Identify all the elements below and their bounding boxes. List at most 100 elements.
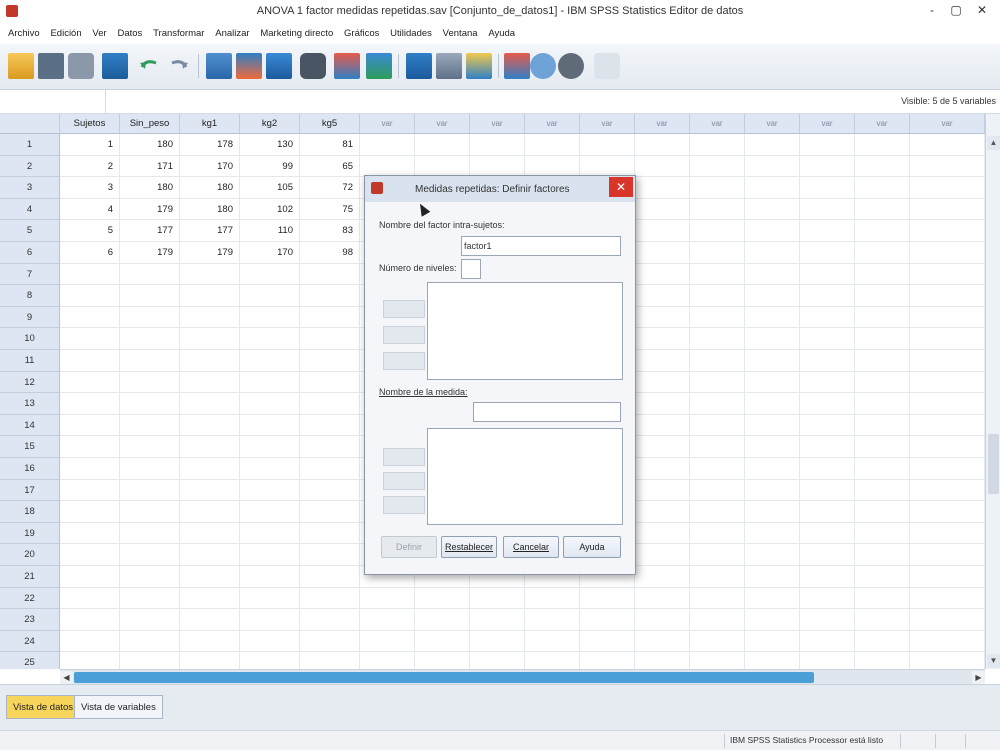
grid-cell[interactable] bbox=[180, 306, 240, 329]
grid-cell[interactable] bbox=[580, 630, 635, 653]
grid-cell[interactable] bbox=[180, 522, 240, 545]
grid-cell[interactable] bbox=[855, 328, 910, 350]
grid-cell[interactable]: 180 bbox=[120, 134, 180, 156]
grid-cell[interactable] bbox=[300, 522, 360, 545]
grid-cell[interactable] bbox=[240, 371, 300, 394]
grid-cell[interactable] bbox=[60, 479, 120, 502]
grid-cell[interactable] bbox=[240, 436, 300, 458]
grid-cell[interactable] bbox=[910, 479, 985, 502]
dialog-title-bar[interactable]: Medidas repetidas: Definir factores ✕ bbox=[365, 176, 635, 202]
grid-cell[interactable] bbox=[240, 587, 300, 610]
grid-cell[interactable] bbox=[745, 177, 800, 199]
grid-cell[interactable] bbox=[635, 587, 690, 610]
grid-cell[interactable] bbox=[745, 220, 800, 242]
menu-graficos[interactable]: Gráficos bbox=[340, 24, 383, 44]
grid-cell[interactable] bbox=[300, 414, 360, 437]
grid-cell[interactable] bbox=[635, 652, 690, 669]
grid-cell[interactable] bbox=[120, 285, 180, 307]
recall-dialog-icon[interactable] bbox=[102, 53, 128, 79]
grid-cell[interactable] bbox=[180, 501, 240, 523]
insert-cases-icon[interactable] bbox=[334, 53, 360, 79]
row-number[interactable]: 22 bbox=[0, 587, 60, 610]
grid-cell[interactable] bbox=[180, 566, 240, 588]
grid-cell[interactable] bbox=[240, 414, 300, 437]
row-number[interactable]: 8 bbox=[0, 285, 60, 307]
column-header[interactable]: Sujetos bbox=[60, 114, 120, 134]
grid-cell[interactable] bbox=[415, 134, 470, 156]
grid-cell[interactable] bbox=[745, 587, 800, 610]
row-number[interactable]: 11 bbox=[0, 350, 60, 372]
grid-cell[interactable] bbox=[635, 306, 690, 329]
grid-cell[interactable] bbox=[690, 609, 745, 631]
grid-cell[interactable] bbox=[910, 220, 985, 242]
grid-cell[interactable] bbox=[855, 458, 910, 480]
grid-cell[interactable] bbox=[525, 155, 580, 178]
grid-cell[interactable] bbox=[470, 134, 525, 156]
redo-icon[interactable] bbox=[166, 53, 192, 79]
grid-cell[interactable] bbox=[180, 436, 240, 458]
grid-cell[interactable] bbox=[635, 198, 690, 221]
grid-cell[interactable] bbox=[690, 393, 745, 415]
grid-cell[interactable] bbox=[635, 371, 690, 394]
grid-cell[interactable] bbox=[745, 566, 800, 588]
grid-cell[interactable] bbox=[60, 652, 120, 669]
grid-cell[interactable] bbox=[415, 630, 470, 653]
grid-cell[interactable] bbox=[240, 393, 300, 415]
grid-cell[interactable] bbox=[120, 436, 180, 458]
column-header-empty[interactable]: var bbox=[470, 114, 525, 134]
grid-cell[interactable] bbox=[745, 609, 800, 631]
grid-cell[interactable]: 130 bbox=[240, 134, 300, 156]
grid-cell[interactable] bbox=[300, 328, 360, 350]
grid-cell[interactable] bbox=[745, 285, 800, 307]
grid-cell[interactable] bbox=[910, 242, 985, 264]
menu-utilidades[interactable]: Utilidades bbox=[386, 24, 436, 44]
row-number[interactable]: 1 bbox=[0, 134, 60, 156]
grid-cell[interactable] bbox=[60, 306, 120, 329]
grid-cell[interactable] bbox=[120, 630, 180, 653]
grid-cell[interactable] bbox=[690, 242, 745, 264]
grid-cell[interactable] bbox=[855, 306, 910, 329]
grid-cell[interactable] bbox=[910, 155, 985, 178]
close-window-button[interactable]: ✕ bbox=[972, 3, 992, 19]
grid-cell[interactable] bbox=[800, 220, 855, 242]
undo-icon[interactable] bbox=[136, 53, 162, 79]
grid-cell[interactable] bbox=[180, 371, 240, 394]
grid-cell[interactable] bbox=[745, 242, 800, 264]
grid-cell[interactable] bbox=[800, 544, 855, 566]
row-number[interactable]: 24 bbox=[0, 630, 60, 653]
grid-cell[interactable] bbox=[60, 566, 120, 588]
menu-archivo[interactable]: Archivo bbox=[4, 24, 44, 44]
grid-cell[interactable] bbox=[300, 544, 360, 566]
grid-cell[interactable] bbox=[120, 371, 180, 394]
grid-cell[interactable] bbox=[470, 630, 525, 653]
row-number[interactable]: 23 bbox=[0, 609, 60, 631]
row-number[interactable]: 6 bbox=[0, 242, 60, 264]
grid-cell[interactable]: 178 bbox=[180, 134, 240, 156]
grid-cell[interactable] bbox=[360, 630, 415, 653]
grid-cell[interactable] bbox=[300, 587, 360, 610]
row-number[interactable]: 13 bbox=[0, 393, 60, 415]
grid-cell[interactable] bbox=[360, 134, 415, 156]
grid-cell[interactable] bbox=[415, 609, 470, 631]
row-number[interactable]: 19 bbox=[0, 522, 60, 545]
grid-cell[interactable] bbox=[415, 652, 470, 669]
grid-cell[interactable] bbox=[745, 414, 800, 437]
grid-cell[interactable] bbox=[60, 393, 120, 415]
grid-cell[interactable] bbox=[300, 371, 360, 394]
grid-cell[interactable]: 81 bbox=[300, 134, 360, 156]
grid-cell[interactable] bbox=[120, 350, 180, 372]
column-header-empty[interactable]: var bbox=[415, 114, 470, 134]
grid-cell[interactable] bbox=[855, 155, 910, 178]
grid-cell[interactable] bbox=[120, 609, 180, 631]
grid-cell[interactable] bbox=[180, 479, 240, 502]
row-number[interactable]: 5 bbox=[0, 220, 60, 242]
grid-cell[interactable] bbox=[120, 458, 180, 480]
column-header-empty[interactable]: var bbox=[580, 114, 635, 134]
grid-cell[interactable]: 6 bbox=[60, 242, 120, 264]
grid-cell[interactable] bbox=[300, 652, 360, 669]
grid-cell[interactable] bbox=[240, 479, 300, 502]
grid-cell[interactable] bbox=[690, 263, 745, 286]
grid-cell[interactable] bbox=[910, 652, 985, 669]
grid-cell[interactable] bbox=[800, 155, 855, 178]
grid-cell[interactable] bbox=[240, 306, 300, 329]
